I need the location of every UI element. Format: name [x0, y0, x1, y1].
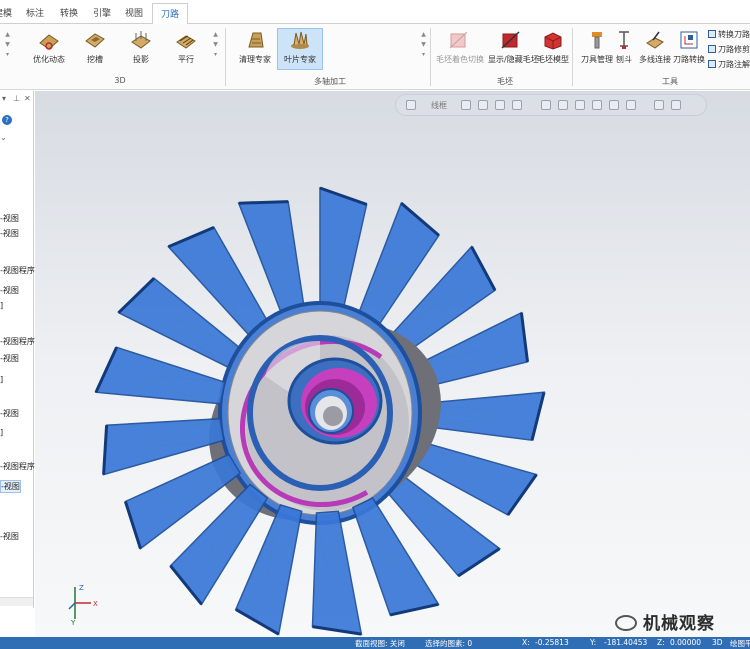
x-coord-label: X: [522, 638, 530, 647]
impeller-blade [319, 186, 368, 317]
parallel-icon [176, 35, 196, 49]
help-icon[interactable]: ? [2, 115, 12, 125]
watermark: 机械观察 [615, 609, 715, 634]
stock-show-hide-button[interactable]: 显示/隐藏毛坯 [488, 29, 539, 65]
toolpath-manager-panel: ▾ ⊥ ✕ ? ⌄ -视图 -视图 -视图程序 - 1 -视图 ] -视图程序 … [0, 91, 48, 608]
selected-entities-status: 选择的图素: 0 [425, 639, 473, 648]
cleanup-expert-icon [248, 32, 264, 48]
trim-toolpath-icon [708, 45, 716, 53]
axis-triad: Z X Y [68, 584, 98, 626]
panel-horizontal-scrollbar[interactable] [0, 597, 33, 606]
toolpath-transform-button[interactable]: 刀路转换 [666, 29, 712, 65]
pocket-button[interactable]: 挖槽 [72, 29, 118, 65]
pocket-label: 挖槽 [87, 55, 103, 64]
ribbon-scroll-left[interactable]: ▲ ▼ ▾ [4, 30, 11, 60]
blade-expert-icon [291, 31, 309, 49]
mode-3d-status[interactable]: 3D [712, 638, 723, 647]
y-coord-label: Y: [590, 638, 597, 647]
panel-autohide-icon[interactable]: ⊥ [13, 94, 20, 103]
group-label-tools: 工具 [662, 77, 678, 86]
pocket-icon [85, 33, 105, 48]
multi-link-icon [646, 31, 664, 49]
tree-item-selected[interactable]: -视图 [0, 480, 21, 493]
optimize-dynamic-icon [39, 34, 59, 50]
impeller-model[interactable] [35, 91, 750, 637]
ribbon-tab-bar: 建模 标注 转换 引擎 视图 刀路 [0, 0, 750, 25]
tab-view[interactable]: 视图 [125, 6, 143, 19]
blade-tip-edge [238, 200, 289, 205]
app-window: 建模 标注 转换 引擎 视图 刀路 ▲▼▾ 优化动态 挖槽 投影 平行 ▲▼▾ … [0, 0, 750, 649]
stock-shading-label: 毛坯着色切换 [436, 55, 484, 64]
status-bar: 截面视图: 关闭 选择的图素: 0 X: -0.25813 Y: -181.40… [0, 637, 750, 649]
annotate-toolpath-label: 刀路注解 [718, 60, 750, 69]
stock-show-hide-icon [501, 31, 520, 49]
section-view-status[interactable]: 截面视图: 关闭 [355, 638, 405, 649]
tree-item[interactable]: -视图 [0, 228, 19, 239]
tree-item[interactable]: -视图 [0, 213, 19, 224]
tree-item[interactable]: -视图 [0, 408, 19, 419]
stock-model-icon [544, 32, 562, 50]
tree-item[interactable]: -视图 [0, 285, 19, 296]
tab-annotate[interactable]: 标注 [26, 6, 44, 19]
project-label: 投影 [133, 55, 149, 64]
watermark-text: 机械观察 [643, 614, 715, 634]
toolpath-transform-label: 刀路转换 [673, 55, 705, 64]
tab-engine[interactable]: 引擎 [93, 6, 111, 19]
ribbon-separator [430, 28, 431, 86]
axis-x-label: X [93, 600, 98, 608]
annotate-toolpath-item[interactable]: 刀路注解 [708, 59, 750, 70]
collapse-icon[interactable]: ⌄ [0, 133, 7, 142]
wechat-icon [615, 615, 637, 631]
group-label-multiaxis: 多轴加工 [314, 77, 346, 86]
impeller-blade [311, 510, 363, 636]
panel-close-icon[interactable]: ✕ [24, 94, 31, 103]
convert-toolpath-label: 转换刀路 [718, 30, 750, 39]
tree-item[interactable]: -视图 [0, 353, 19, 364]
tab-toolpath[interactable]: 刀路 [152, 3, 189, 25]
ribbon-separator [572, 28, 573, 86]
project-button[interactable]: 投影 [118, 29, 164, 65]
optimize-dynamic-label: 优化动态 [33, 55, 65, 64]
cleanup-expert-label: 清理专家 [239, 55, 271, 64]
x-coord-value: -0.25813 [535, 638, 569, 647]
toolpath-transform-icon [680, 31, 698, 49]
tree-bracket: ] [0, 375, 4, 384]
parallel-button[interactable]: 平行 [163, 29, 209, 65]
ribbon-separator [225, 28, 226, 86]
plane-status[interactable]: 绘图平 [730, 638, 750, 649]
z-coord-label: Z: [657, 638, 665, 647]
stock-model-label: 毛坯模型 [537, 55, 569, 64]
convert-toolpath-item[interactable]: 转换刀路 [708, 29, 750, 40]
annotate-toolpath-icon [708, 60, 716, 68]
tree-item[interactable]: -视图 [0, 531, 19, 542]
group-label-3d: 3D [114, 76, 126, 85]
stock-model-button[interactable]: 毛坯模型 [530, 29, 576, 65]
trim-toolpath-item[interactable]: 刀路修剪 [708, 44, 750, 55]
tab-modeling[interactable]: 建模 [0, 6, 12, 19]
project-icon [131, 31, 151, 49]
stock-shading-icon [449, 31, 468, 49]
blade-expert-label: 叶片专家 [284, 55, 316, 64]
tree-bracket: ] [0, 428, 4, 437]
z-coord-value: 0.00000 [670, 638, 702, 647]
convert-toolpath-icon [708, 30, 716, 38]
gallery-scroll-3d[interactable]: ▲ ▼ ▾ [212, 30, 219, 60]
stock-show-hide-label: 显示/隐藏毛坯 [488, 55, 539, 64]
parallel-label: 平行 [178, 55, 194, 64]
tree-bracket: ] [0, 301, 4, 310]
y-coord-value: -181.40453 [604, 638, 648, 647]
panel-pin-icon[interactable]: ▾ [2, 94, 6, 103]
cleanup-expert-button[interactable]: 清理专家 [232, 29, 278, 65]
stock-shading-button[interactable]: 毛坯着色切换 [436, 29, 484, 65]
group-label-stock: 毛坯 [497, 77, 513, 86]
optimize-dynamic-button[interactable]: 优化动态 [26, 29, 72, 65]
gallery-scroll-multiaxis[interactable]: ▲ ▼ ▾ [420, 30, 427, 60]
trim-toolpath-label: 刀路修剪 [718, 45, 750, 54]
tab-transform[interactable]: 转换 [60, 6, 78, 19]
blade-expert-button[interactable]: 叶片专家 [277, 28, 323, 70]
ribbon: ▲ ▼ ▾ 优化动态 挖槽 投影 平行 ▲ ▼ ▾ 3D 清理专家 叶片专家 ▲… [0, 24, 750, 90]
graphics-viewport[interactable]: 线框 Z X Y 机械观察 [35, 91, 750, 637]
axis-z-label: Z [79, 584, 84, 592]
axis-y-label: Y [70, 619, 76, 626]
